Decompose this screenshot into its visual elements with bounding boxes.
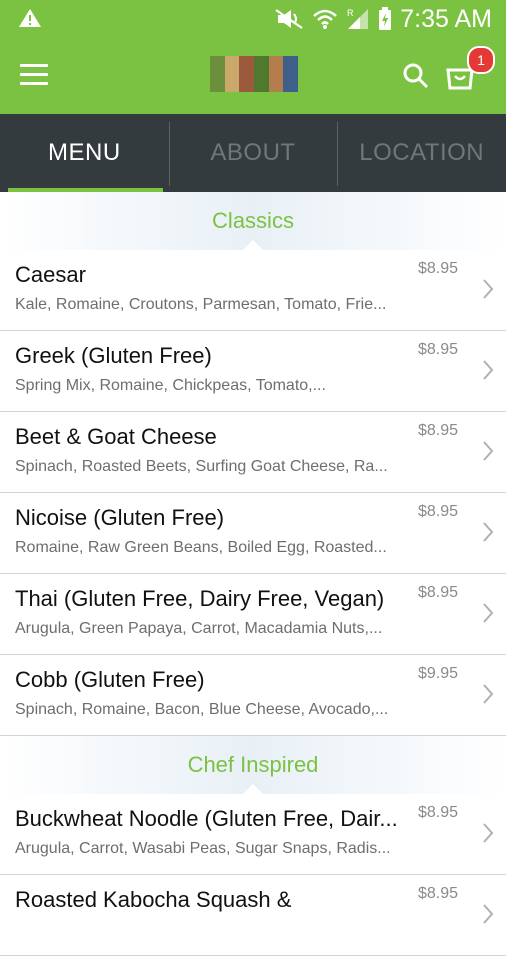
menu-item[interactable]: Caesar Kale, Romaine, Croutons, Parmesan… <box>0 250 506 331</box>
chevron-right-icon <box>483 441 494 461</box>
tab-about[interactable]: ABOUT <box>168 114 338 192</box>
chevron-right-icon <box>483 904 494 924</box>
chevron-right-icon <box>483 823 494 843</box>
chevron-right-icon <box>483 279 494 299</box>
item-name: Greek (Gluten Free) <box>15 343 212 368</box>
menu-list: Classics Caesar Kale, Romaine, Croutons,… <box>0 192 506 956</box>
section-header: Classics <box>0 192 506 250</box>
cart-badge: 1 <box>467 46 495 74</box>
item-description: Romaine, Raw Green Beans, Boiled Egg, Ro… <box>15 539 387 556</box>
item-description: Arugula, Green Papaya, Carrot, Macadamia… <box>15 620 383 637</box>
menu-item[interactable]: Cobb (Gluten Free) Spinach, Romaine, Bac… <box>0 655 506 736</box>
menu-item[interactable]: Beet & Goat Cheese Spinach, Roasted Beet… <box>0 412 506 493</box>
chevron-right-icon <box>483 603 494 623</box>
signal-icon: R <box>347 8 369 29</box>
item-description: Kale, Romaine, Croutons, Parmesan, Tomat… <box>15 296 387 313</box>
item-name: Thai (Gluten Free, Dairy Free, Vegan) <box>15 586 385 611</box>
item-price: $8.95 <box>417 260 458 277</box>
menu-item[interactable]: Roasted Kabocha Squash & $8.95 <box>0 875 506 956</box>
section-title: Chef Inspired <box>187 752 319 777</box>
item-price: $9.95 <box>417 665 458 682</box>
item-price: $8.95 <box>417 503 458 520</box>
battery-icon <box>379 7 392 30</box>
brand-logo <box>210 56 299 92</box>
item-name: Roasted Kabocha Squash & <box>15 887 292 912</box>
item-name: Cobb (Gluten Free) <box>15 667 205 692</box>
tab-bar: MENU ABOUT LOCATION <box>0 114 506 192</box>
status-bar: R 7:35 AM <box>0 0 506 38</box>
item-description: Spring Mix, Romaine, Chickpeas, Tomato,.… <box>15 377 326 394</box>
item-price: $8.95 <box>417 422 458 439</box>
menu-item[interactable]: Thai (Gluten Free, Dairy Free, Vegan) Ar… <box>0 574 506 655</box>
chevron-right-icon <box>483 522 494 542</box>
warning-icon <box>19 9 41 27</box>
mute-icon <box>275 9 303 29</box>
item-description: Spinach, Roasted Beets, Surfing Goat Che… <box>15 458 388 475</box>
tab-menu[interactable]: MENU <box>0 114 169 192</box>
tab-location[interactable]: LOCATION <box>337 114 506 192</box>
section-header: Chef Inspired <box>0 736 506 794</box>
menu-item[interactable]: Buckwheat Noodle (Gluten Free, Dair... A… <box>0 794 506 875</box>
item-price: $8.95 <box>417 885 458 902</box>
item-name: Nicoise (Gluten Free) <box>15 505 225 530</box>
item-description: Arugula, Carrot, Wasabi Peas, Sugar Snap… <box>15 840 391 857</box>
chevron-right-icon <box>483 360 494 380</box>
menu-item[interactable]: Nicoise (Gluten Free) Romaine, Raw Green… <box>0 493 506 574</box>
item-price: $8.95 <box>417 584 458 601</box>
item-name: Buckwheat Noodle (Gluten Free, Dair... <box>15 806 398 831</box>
search-icon[interactable] <box>402 62 430 90</box>
app-bar: 1 <box>0 38 506 114</box>
item-description: Spinach, Romaine, Bacon, Blue Cheese, Av… <box>15 701 389 718</box>
item-price: $8.95 <box>417 804 458 821</box>
section-caret <box>243 240 263 250</box>
item-name: Caesar <box>15 262 86 287</box>
section-caret <box>243 784 263 794</box>
item-name: Beet & Goat Cheese <box>15 424 217 449</box>
menu-item[interactable]: Greek (Gluten Free) Spring Mix, Romaine,… <box>0 331 506 412</box>
wifi-icon <box>313 9 338 29</box>
svg-text:R: R <box>347 8 354 18</box>
status-time: 7:35 AM <box>400 4 492 33</box>
menu-icon[interactable] <box>20 64 48 86</box>
chevron-right-icon <box>483 684 494 704</box>
item-price: $8.95 <box>417 341 458 358</box>
section-title: Classics <box>212 208 294 233</box>
